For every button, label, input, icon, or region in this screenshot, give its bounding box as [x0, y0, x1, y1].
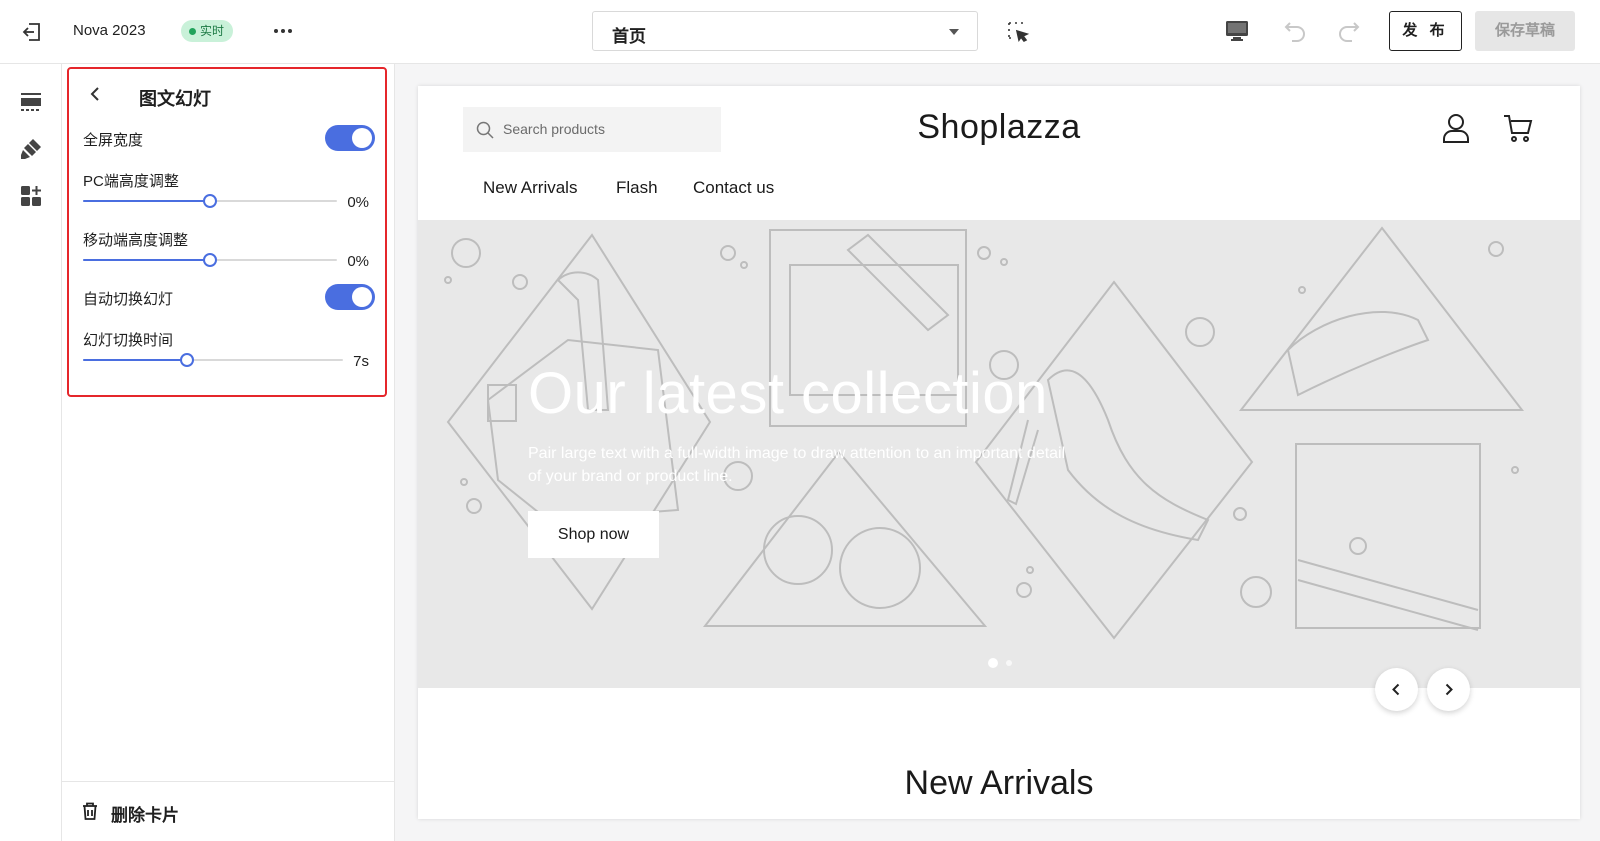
slide-dot[interactable]	[1006, 660, 1012, 666]
publish-button[interactable]: 发 布	[1389, 11, 1462, 51]
next-slide-button[interactable]	[1427, 668, 1470, 711]
interval-label: 幻灯切换时间	[83, 332, 174, 349]
redo-icon[interactable]	[1336, 18, 1362, 44]
chevron-left-icon	[1392, 683, 1400, 696]
undo-icon[interactable]	[1282, 18, 1308, 44]
toggle-knob	[352, 287, 372, 307]
panel-title: 图文幻灯	[139, 89, 211, 109]
settings-panel: 图文幻灯 全屏宽度 PC端高度调整 0% 移动端高度调整 0% 自动切换幻灯 幻…	[62, 64, 395, 841]
chevron-left-icon[interactable]	[85, 83, 107, 105]
account-icon[interactable]	[1441, 112, 1471, 144]
status-dot-icon	[189, 27, 196, 35]
left-rail	[0, 64, 62, 841]
nav-link-contact-us[interactable]: Contact us	[693, 178, 774, 198]
delete-card-label: 删除卡片	[111, 806, 179, 825]
cart-icon[interactable]	[1502, 112, 1534, 144]
slider-thumb[interactable]	[180, 353, 194, 367]
slideshow-settings-card: 图文幻灯 全屏宽度 PC端高度调整 0% 移动端高度调整 0% 自动切换幻灯 幻…	[67, 67, 387, 397]
chevron-right-icon	[1445, 683, 1453, 696]
slider-fill	[83, 200, 210, 202]
pc-height-value: 0%	[347, 194, 369, 211]
interval-slider[interactable]	[83, 353, 343, 367]
select-element-icon[interactable]	[1006, 20, 1030, 44]
apps-icon[interactable]	[19, 184, 43, 208]
store-logo[interactable]: Shoplazza	[418, 108, 1580, 147]
full-width-label: 全屏宽度	[83, 132, 144, 149]
hero-title: Our latest collection	[528, 361, 1048, 426]
shop-now-button[interactable]: Shop now	[528, 511, 659, 558]
live-badge-label: 实时	[200, 24, 225, 38]
delete-card-button[interactable]: 删除卡片	[62, 781, 395, 841]
store-preview: Search products Shoplazza New Arrivals F…	[418, 86, 1580, 819]
slider-fill	[83, 359, 187, 361]
interval-value: 7s	[353, 353, 369, 370]
slider-thumb[interactable]	[203, 194, 217, 208]
exit-icon[interactable]	[20, 20, 44, 44]
hero-slideshow: Our latest collection Pair large text wi…	[418, 220, 1580, 688]
pc-height-slider[interactable]	[83, 194, 337, 208]
slide-dot-active[interactable]	[988, 658, 998, 668]
slider-fill	[83, 259, 210, 261]
live-status-badge: 实时	[181, 20, 234, 42]
slider-thumb[interactable]	[203, 253, 217, 267]
more-icon[interactable]	[271, 19, 295, 43]
mobile-height-label: 移动端高度调整	[83, 232, 189, 249]
nav-link-flash[interactable]: Flash	[616, 178, 658, 198]
sections-icon[interactable]	[19, 90, 43, 114]
slide-indicators	[988, 658, 1012, 668]
paint-brush-icon[interactable]	[19, 137, 43, 161]
prev-slide-button[interactable]	[1375, 668, 1418, 711]
section-title: New Arrivals	[904, 764, 1094, 802]
page-selector[interactable]: 首页	[592, 11, 978, 51]
toggle-knob	[352, 128, 372, 148]
store-name: Nova 2023	[73, 22, 146, 39]
autoplay-label: 自动切换幻灯	[83, 291, 174, 308]
hero-subtitle: Pair large text with a full-width image …	[528, 445, 1066, 485]
trash-icon	[83, 802, 97, 820]
nav-link-new-arrivals[interactable]: New Arrivals	[483, 178, 577, 198]
desktop-icon[interactable]	[1224, 18, 1250, 44]
autoplay-toggle[interactable]	[325, 284, 375, 310]
top-bar: Nova 2023 实时 首页 发 布 保存草稿	[0, 0, 1600, 64]
caret-down-icon	[949, 29, 959, 35]
pc-height-label: PC端高度调整	[83, 173, 179, 190]
page-selector-value: 首页	[612, 27, 646, 46]
full-width-toggle[interactable]	[325, 125, 375, 151]
mobile-height-value: 0%	[347, 253, 369, 270]
save-draft-button[interactable]: 保存草稿	[1475, 11, 1575, 51]
mobile-height-slider[interactable]	[83, 253, 337, 267]
